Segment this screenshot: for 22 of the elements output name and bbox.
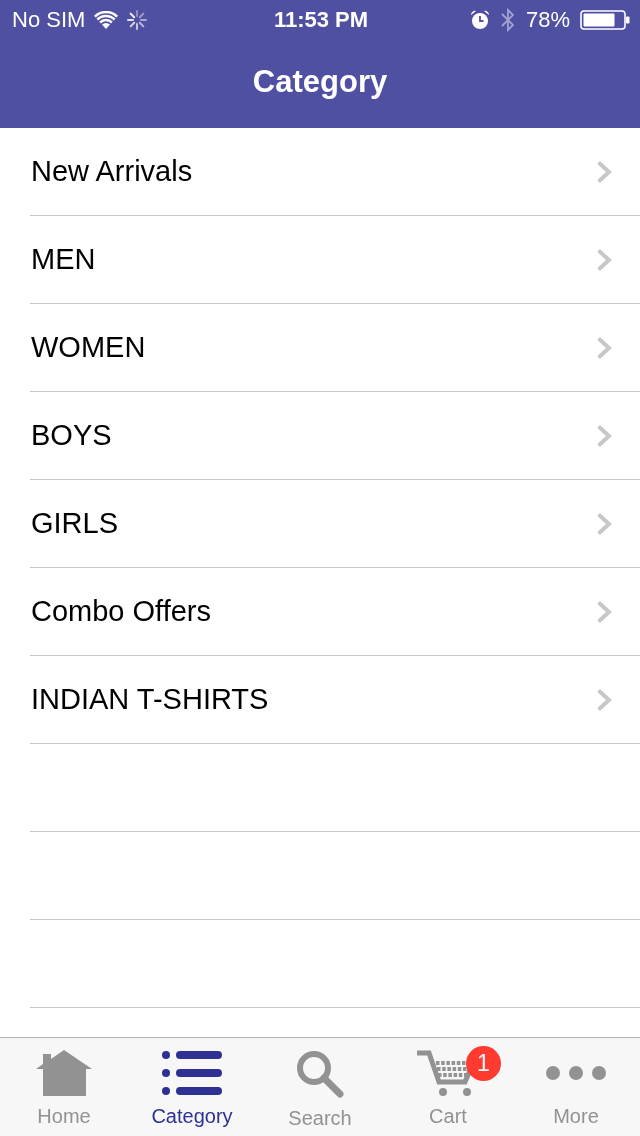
clock-time: 11:53 PM [273,7,369,33]
chevron-right-icon [596,335,612,360]
list-icon [162,1050,222,1096]
activity-spinner-icon [127,10,148,30]
count-badge: 1 [466,1046,501,1081]
tab-bar-item[interactable]: Category [128,1038,256,1136]
chevron-right-icon [596,599,612,624]
chevron-right-icon [596,423,612,448]
carrier-text: No SIM [12,7,86,33]
battery-icon [580,10,630,30]
battery-percentage: 78% [525,7,570,33]
chevron-right-icon [596,511,612,536]
house-icon [36,1050,92,1096]
chevron-right-icon [596,687,612,712]
page-title: Category [252,63,388,101]
alarm-clock-icon [469,10,490,30]
bluetooth-icon [499,7,516,33]
tab-bar-item[interactable]: 1 Cart [384,1038,512,1136]
chevron-right-icon [596,159,612,184]
search-icon [296,1050,344,1098]
chevron-right-icon [596,247,612,272]
wifi-icon [94,11,119,29]
